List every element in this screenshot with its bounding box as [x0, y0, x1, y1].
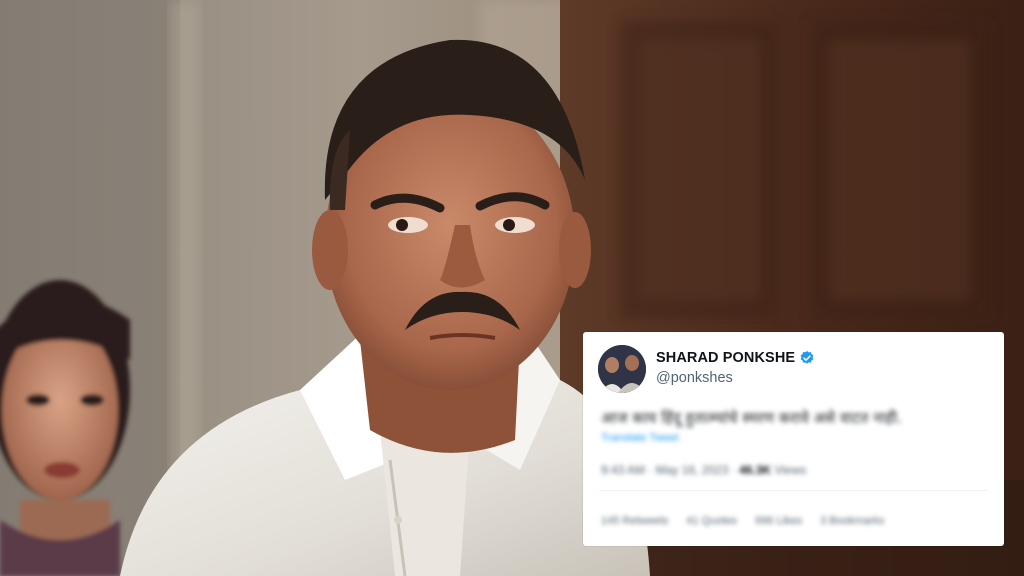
tweet-stats: 145 Retweets 41 Quotes 996 Likes 3 Bookm…	[601, 515, 884, 527]
views-count: 46.3K	[739, 463, 772, 477]
author-name[interactable]: SHARAD PONKSHE	[656, 350, 815, 366]
author-avatar[interactable]	[598, 345, 646, 393]
tweet-meta: 9:43 AM · May 16, 2023 · 46.3K Views	[601, 463, 806, 477]
author-name-text: SHARAD PONKSHE	[656, 350, 796, 366]
avatar-image	[598, 345, 646, 393]
tweet-text: आज काय हिंदू हुतात्म्यांचे स्मरण करावे अ…	[601, 409, 902, 427]
translate-tweet-link[interactable]: Translate Tweet	[601, 432, 679, 444]
views-label: Views	[771, 463, 807, 477]
quotes-stat[interactable]: 41 Quotes	[686, 515, 737, 527]
verified-badge-icon	[800, 351, 814, 364]
tweet-card[interactable]: SHARAD PONKSHE @ponkshes आज काय हिंदू हु…	[583, 332, 1004, 546]
divider	[599, 490, 988, 491]
author-handle[interactable]: @ponkshes	[656, 370, 733, 386]
retweets-stat[interactable]: 145 Retweets	[601, 515, 668, 527]
tweet-time[interactable]: 9:43 AM · May 16, 2023 ·	[601, 463, 739, 477]
likes-stat[interactable]: 996 Likes	[755, 515, 802, 527]
bookmarks-stat[interactable]: 3 Bookmarks	[820, 515, 884, 527]
